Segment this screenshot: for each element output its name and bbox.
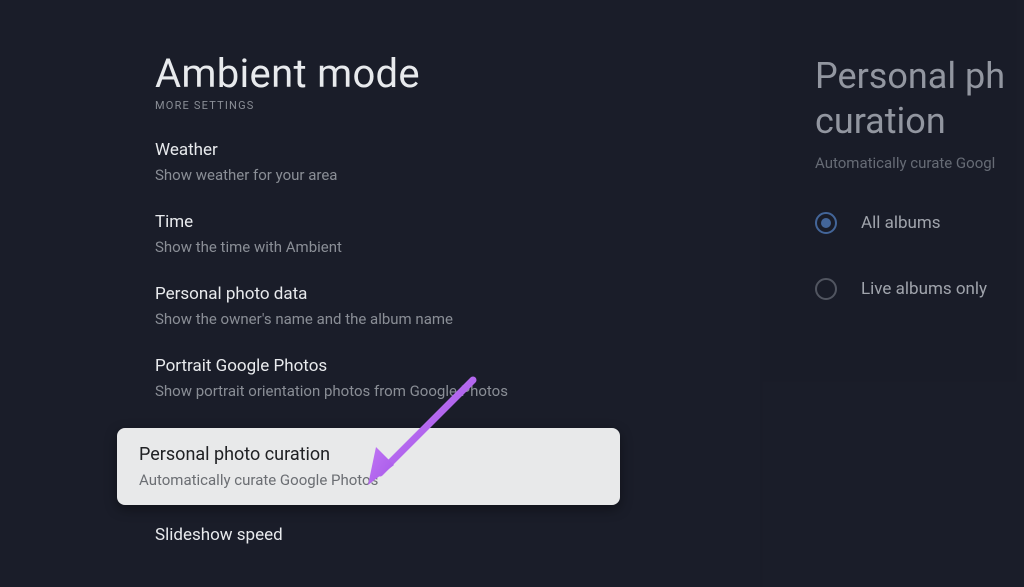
detail-panel: Personal ph curation Automatically curat… [760,0,1024,587]
setting-desc: Show weather for your area [155,166,760,184]
setting-desc: Automatically curate Google Photos [139,471,598,489]
radio-live-albums-only[interactable]: Live albums only [815,278,1024,300]
setting-title: Time [155,212,760,232]
detail-desc: Automatically curate Googl [815,154,1024,172]
setting-weather[interactable]: Weather Show weather for your area [155,140,760,184]
setting-time[interactable]: Time Show the time with Ambient [155,212,760,256]
setting-portrait-google-photos[interactable]: Portrait Google Photos Show portrait ori… [155,356,760,400]
setting-desc: Show the time with Ambient [155,238,760,256]
radio-icon [815,212,837,234]
radio-dot-icon [821,218,831,228]
page-title: Ambient mode [155,50,760,97]
detail-title: Personal ph curation [815,54,1024,144]
setting-title: Personal photo data [155,284,760,304]
setting-desc: Show the owner's name and the album name [155,310,760,328]
setting-desc: Show portrait orientation photos from Go… [155,382,760,400]
setting-title: Portrait Google Photos [155,356,760,376]
section-header: MORE SETTINGS [155,99,760,112]
setting-personal-photo-curation[interactable]: Personal photo curation Automatically cu… [117,428,620,505]
radio-all-albums[interactable]: All albums [815,212,1024,234]
setting-title: Slideshow speed [155,525,760,545]
radio-label: All albums [861,213,941,233]
setting-personal-photo-data[interactable]: Personal photo data Show the owner's nam… [155,284,760,328]
radio-icon [815,278,837,300]
settings-list-panel: Ambient mode MORE SETTINGS Weather Show … [0,0,760,587]
setting-title: Personal photo curation [139,444,598,465]
radio-label: Live albums only [861,279,987,299]
setting-slideshow-speed[interactable]: Slideshow speed [155,525,760,545]
setting-title: Weather [155,140,760,160]
